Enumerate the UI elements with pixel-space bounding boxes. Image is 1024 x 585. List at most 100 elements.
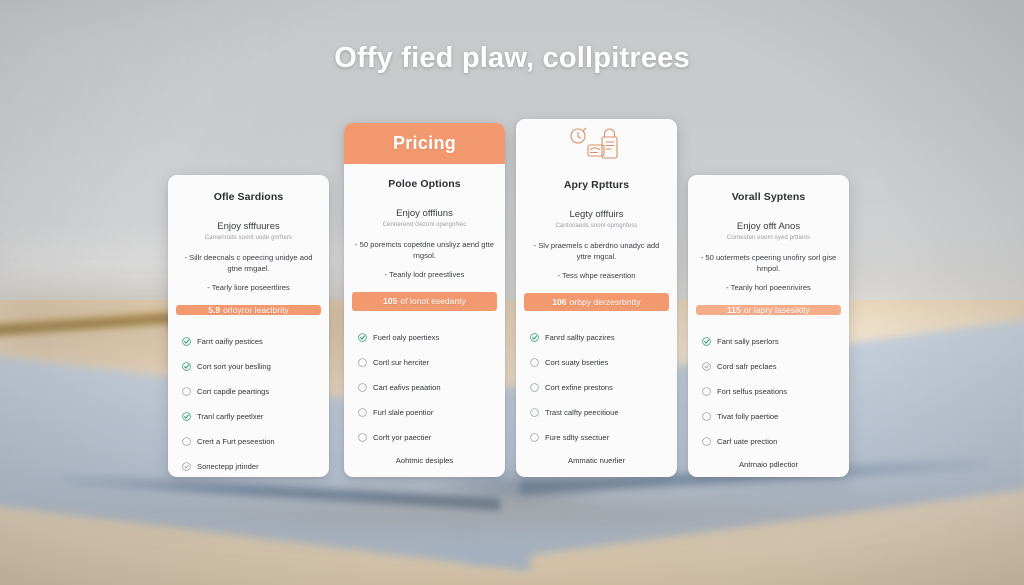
dot-circle-icon bbox=[182, 462, 191, 471]
feature-label: Cord safr peclaes bbox=[717, 362, 777, 371]
price-badge[interactable]: 106 orbpy derzesrbntty bbox=[524, 293, 669, 311]
feature-label: Cort sort your beslling bbox=[197, 362, 271, 371]
list-item[interactable]: Cortl sur herciter bbox=[358, 350, 505, 375]
check-icon bbox=[358, 333, 367, 342]
circle-icon bbox=[702, 412, 711, 421]
dot-circle-icon bbox=[702, 362, 711, 371]
feature-label: Crert a Furt peseestion bbox=[197, 437, 275, 446]
list-item[interactable]: Cart eafivs peaation bbox=[358, 375, 505, 400]
pricing-card-offers[interactable]: Ofle Sardions Enjoy sfffuures Camenrods … bbox=[168, 175, 329, 477]
price-label: orloyror leaclbrity bbox=[223, 305, 289, 315]
price-amount: 115 bbox=[727, 305, 741, 315]
card-subtext: Cennerend clezonl opergnNec bbox=[382, 221, 467, 228]
feature-label: Cort capdle peartings bbox=[197, 387, 270, 396]
circle-icon bbox=[702, 387, 711, 396]
list-item[interactable]: Tivat folly paertioe bbox=[702, 404, 849, 429]
card-bullets: - 50 poremcts copetdne unsliyz aend gtte… bbox=[344, 228, 505, 288]
feature-label: Cort exfine prestons bbox=[545, 383, 613, 392]
check-icon bbox=[530, 333, 539, 342]
card-bullet: - Slv praemels c aberdno unadyc add yttr… bbox=[533, 241, 660, 261]
list-item[interactable]: Fanrd sallty paczires bbox=[530, 325, 677, 350]
feature-label: Cart eafivs peaation bbox=[373, 383, 441, 392]
card-footnote: Ammatic nuerlier bbox=[568, 456, 625, 465]
card-bullets: - Slv praemels c aberdno unadyc add yttr… bbox=[516, 229, 677, 289]
list-item[interactable]: Cort sort your beslling bbox=[182, 354, 329, 379]
feature-label: Corft yor paectier bbox=[373, 433, 432, 442]
circle-icon bbox=[182, 387, 191, 396]
feature-label: Trast calfty peecitioue bbox=[545, 408, 619, 417]
circle-icon bbox=[702, 437, 711, 446]
circle-icon bbox=[358, 358, 367, 367]
pricing-card-group: Ofle Sardions Enjoy sfffuures Camenrods … bbox=[168, 110, 858, 490]
card-title: Vorall Syptens bbox=[731, 191, 806, 203]
card-bullets: - Sillr deecnals c opeecing unidye aod g… bbox=[168, 241, 329, 301]
circle-icon bbox=[358, 408, 367, 417]
card-lead: Enjoy sfffuures bbox=[217, 221, 280, 232]
check-icon bbox=[182, 337, 191, 346]
feature-label: Carf uate prection bbox=[717, 437, 778, 446]
card-banner: Pricing bbox=[344, 123, 505, 164]
circle-icon bbox=[358, 433, 367, 442]
feature-label: Cort suaty bserties bbox=[545, 358, 609, 367]
feature-label: Sonectepp jrtinder bbox=[197, 462, 259, 471]
list-item[interactable]: Corft yor paectier bbox=[358, 425, 505, 450]
card-bullet: - 50 poremcts copetdne unsliyz aend gtte… bbox=[355, 239, 494, 260]
check-icon bbox=[182, 362, 191, 371]
circle-icon bbox=[358, 383, 367, 392]
price-label: or lapry lasesiklty bbox=[743, 305, 810, 315]
card-lead: Enjoy offt Anos bbox=[736, 221, 801, 232]
feature-label: Tivat folly paertioe bbox=[717, 412, 779, 421]
price-amount: 5.9 bbox=[208, 305, 221, 315]
price-badge[interactable]: 105 of lonot esedanty bbox=[352, 291, 497, 311]
list-item[interactable]: Trast calfty peecitioue bbox=[530, 400, 677, 425]
card-lead: Enjoy offfiuns bbox=[396, 207, 453, 219]
card-bullet: - Sillr deecnals c opeecing unidye aod g… bbox=[184, 253, 313, 273]
card-title: Ofle Sardions bbox=[213, 191, 284, 203]
list-item[interactable]: Tranl carfly peetlxer bbox=[182, 404, 329, 429]
screenshot-stage: Offy fied plaw, collpitrees Ofle Sardion… bbox=[0, 0, 1024, 585]
list-item[interactable]: Cord safr peclaes bbox=[702, 354, 849, 379]
check-icon bbox=[182, 412, 191, 421]
card-title: Apry Rptturs bbox=[563, 179, 630, 191]
price-label: orbpy derzesrbntty bbox=[569, 297, 641, 307]
price-amount: 105 bbox=[383, 296, 398, 307]
notebook-shadow bbox=[20, 495, 1000, 551]
list-item[interactable]: Sonectepp jrtinder bbox=[182, 454, 329, 477]
feature-label: Fanrd sallty paczires bbox=[545, 333, 615, 342]
list-item[interactable]: Cort exfine prestons bbox=[530, 375, 677, 400]
card-bullet: - 50 uotermets cpeering unofiry sorl gis… bbox=[700, 253, 837, 273]
card-bullet: - Teanly lodr preestlives bbox=[384, 269, 465, 279]
list-item[interactable]: Cort suaty bserties bbox=[530, 350, 677, 375]
pricing-card-pricing[interactable]: Pricing Poloe Options Enjoy offfiuns Cen… bbox=[344, 123, 505, 477]
circle-icon bbox=[182, 437, 191, 446]
price-badge[interactable]: 5.9 orloyror leaclbrity bbox=[176, 305, 321, 315]
list-item[interactable]: Farrt oaifiy pestices bbox=[182, 329, 329, 354]
card-bullet: - Tearly liore poseertlires bbox=[207, 283, 290, 292]
price-amount: 106 bbox=[552, 297, 567, 307]
pricing-card-apps[interactable]: Apry Rptturs Legty offfuirs Cantoriaeds … bbox=[516, 119, 677, 477]
list-item[interactable]: Fant sally pserlors bbox=[702, 329, 849, 354]
price-badge[interactable]: 115 or lapry lasesiklty bbox=[696, 305, 841, 315]
list-item[interactable]: Cort capdle peartings bbox=[182, 379, 329, 404]
list-item[interactable]: Furl slale poentior bbox=[358, 400, 505, 425]
feature-list: Fanrd sallty paczires Cort suaty bsertie… bbox=[516, 311, 677, 450]
list-item[interactable]: Fort selfus pseations bbox=[702, 379, 849, 404]
card-subtext: Cantoriaeds snonl opmgnfess bbox=[555, 223, 638, 229]
pricing-card-systems[interactable]: Vorall Syptens Enjoy offt Anos Cornesten… bbox=[688, 175, 849, 477]
list-item[interactable]: Crert a Furt peseestion bbox=[182, 429, 329, 454]
feature-label: Fort selfus pseations bbox=[717, 387, 788, 396]
feature-label: Fuerl oaly poertiexs bbox=[373, 333, 440, 342]
list-item[interactable]: Fuerl oaly poertiexs bbox=[358, 325, 505, 350]
card-footnote: Antrnaio pdlectior bbox=[738, 460, 799, 469]
page-title: Offy fied plaw, collpitrees bbox=[334, 42, 690, 74]
card-title: Poloe Options bbox=[388, 177, 461, 190]
list-item[interactable]: Carf uate prection bbox=[702, 429, 849, 454]
circle-icon bbox=[530, 433, 539, 442]
circle-icon bbox=[530, 408, 539, 417]
card-subtext: Cornesten eoum oyed prttiens bbox=[726, 235, 811, 241]
list-item[interactable]: Fure sdlty ssectuer bbox=[530, 425, 677, 450]
feature-list: Fant sally pserlors Cord safr peclaes Fo… bbox=[688, 315, 849, 454]
feature-label: Cortl sur herciter bbox=[373, 358, 430, 367]
feature-list: Fuerl oaly poertiexs Cortl sur herciter … bbox=[344, 311, 505, 450]
card-bullets: - 50 uotermets cpeering unofiry sorl gis… bbox=[688, 241, 849, 301]
